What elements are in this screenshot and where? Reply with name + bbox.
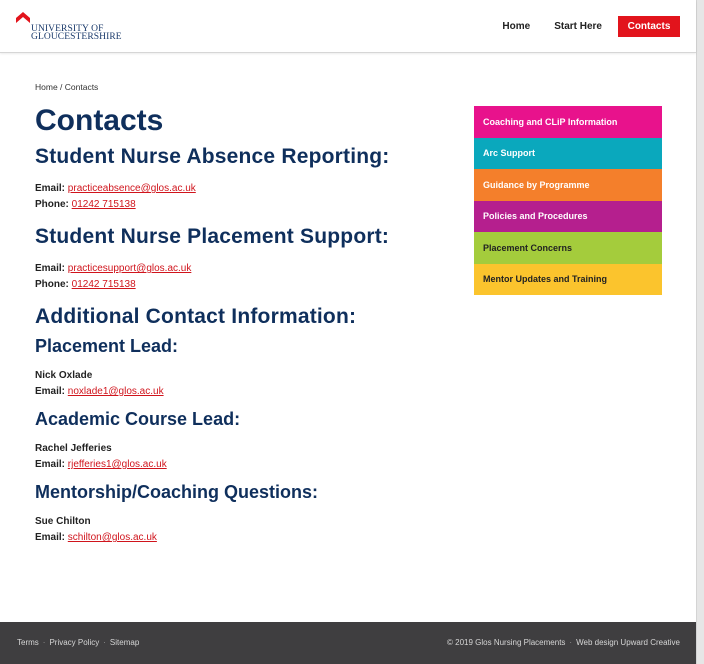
footer-terms-link[interactable]: Terms (17, 638, 39, 647)
footer-separator: · (103, 638, 106, 647)
phone-label: Phone: (35, 199, 69, 210)
mentorship-email-link[interactable]: schilton@glos.ac.uk (68, 532, 157, 543)
mentorship-contact: Sue Chilton Email: schilton@glos.ac.uk (35, 514, 455, 546)
sidebar-item-coaching-clip[interactable]: Coaching and CLiP Information (474, 106, 662, 138)
footer-links: Terms · Privacy Policy · Sitemap (17, 638, 139, 647)
placement-support-contact: Email: practicesupport@glos.ac.uk Phone:… (35, 261, 455, 293)
placement-support-phone-link[interactable]: 01242 715138 (72, 279, 136, 290)
absence-email-link[interactable]: practiceabsence@glos.ac.uk (68, 183, 196, 194)
logo-chevron-icon (16, 12, 30, 23)
site-footer: Terms · Privacy Policy · Sitemap © 2019 Glos… (0, 622, 696, 664)
footer-separator: · (569, 638, 573, 647)
placement-lead-name: Nick Oxlade (35, 370, 93, 381)
email-label: Email: (35, 459, 66, 470)
footer-credit-link[interactable]: Web design Upward Creative (576, 638, 680, 647)
academic-lead-name: Rachel Jefferies (35, 443, 112, 454)
absence-contact: Email: practiceabsence@glos.ac.uk Phone:… (35, 181, 455, 213)
nav-home-link[interactable]: Home (502, 21, 530, 32)
site-header: UNIVERSITY OF GLOUCESTERSHIRE Home Start… (0, 0, 696, 53)
sidebar-item-arc-support[interactable]: Arc Support (474, 137, 662, 169)
email-label: Email: (35, 386, 66, 397)
absence-phone-link[interactable]: 01242 715138 (72, 199, 136, 210)
main-content: Contacts Student Nurse Absence Reporting… (35, 104, 455, 554)
absence-heading: Student Nurse Absence Reporting: (35, 145, 390, 168)
academic-lead-email-link[interactable]: rjefferies1@glos.ac.uk (68, 459, 167, 470)
sidebar-item-mentor-updates[interactable]: Mentor Updates and Training (474, 263, 662, 295)
footer-copyright: © 2019 Glos Nursing Placements (447, 638, 566, 647)
sidebar-item-placement-concerns[interactable]: Placement Concerns (474, 232, 662, 264)
placement-support-heading: Student Nurse Placement Support: (35, 225, 390, 248)
main-nav: Home Start Here Contacts (478, 16, 680, 37)
academic-lead-contact: Rachel Jefferies Email: rjefferies1@glos… (35, 441, 455, 473)
academic-lead-heading: Academic Course Lead: (35, 409, 241, 429)
email-label: Email: (35, 532, 66, 543)
breadcrumb: Home / Contacts (35, 82, 99, 92)
mentorship-name: Sue Chilton (35, 516, 91, 527)
page-scrollbar[interactable] (696, 0, 704, 664)
sidebar-item-guidance-by-programme[interactable]: Guidance by Programme (474, 169, 662, 201)
page-title: Contacts (35, 104, 164, 137)
placement-lead-heading: Placement Lead: (35, 336, 179, 356)
mentorship-heading: Mentorship/Coaching Questions: (35, 482, 319, 502)
placement-lead-email-link[interactable]: noxlade1@glos.ac.uk (68, 386, 164, 397)
nav-start-here-link[interactable]: Start Here (554, 21, 602, 32)
footer-sitemap-link[interactable]: Sitemap (110, 638, 139, 647)
email-label: Email: (35, 183, 66, 194)
footer-privacy-link[interactable]: Privacy Policy (49, 638, 99, 647)
university-logo[interactable]: UNIVERSITY OF GLOUCESTERSHIRE (16, 12, 136, 42)
placement-lead-contact: Nick Oxlade Email: noxlade1@glos.ac.uk (35, 368, 455, 400)
placement-support-email-link[interactable]: practicesupport@glos.ac.uk (68, 263, 192, 274)
additional-info-heading: Additional Contact Information: (35, 305, 357, 328)
logo-text-line2: GLOUCESTERSHIRE (31, 32, 122, 42)
email-label: Email: (35, 263, 66, 274)
nav-contacts-button[interactable]: Contacts (618, 16, 680, 37)
sidebar-item-policies-procedures[interactable]: Policies and Procedures (474, 200, 662, 232)
footer-credits: © 2019 Glos Nursing Placements · Web desig… (447, 638, 680, 647)
sidebar-nav: Coaching and CLiP Information Arc Suppor… (474, 106, 662, 295)
footer-separator: · (42, 638, 46, 647)
phone-label: Phone: (35, 279, 69, 290)
